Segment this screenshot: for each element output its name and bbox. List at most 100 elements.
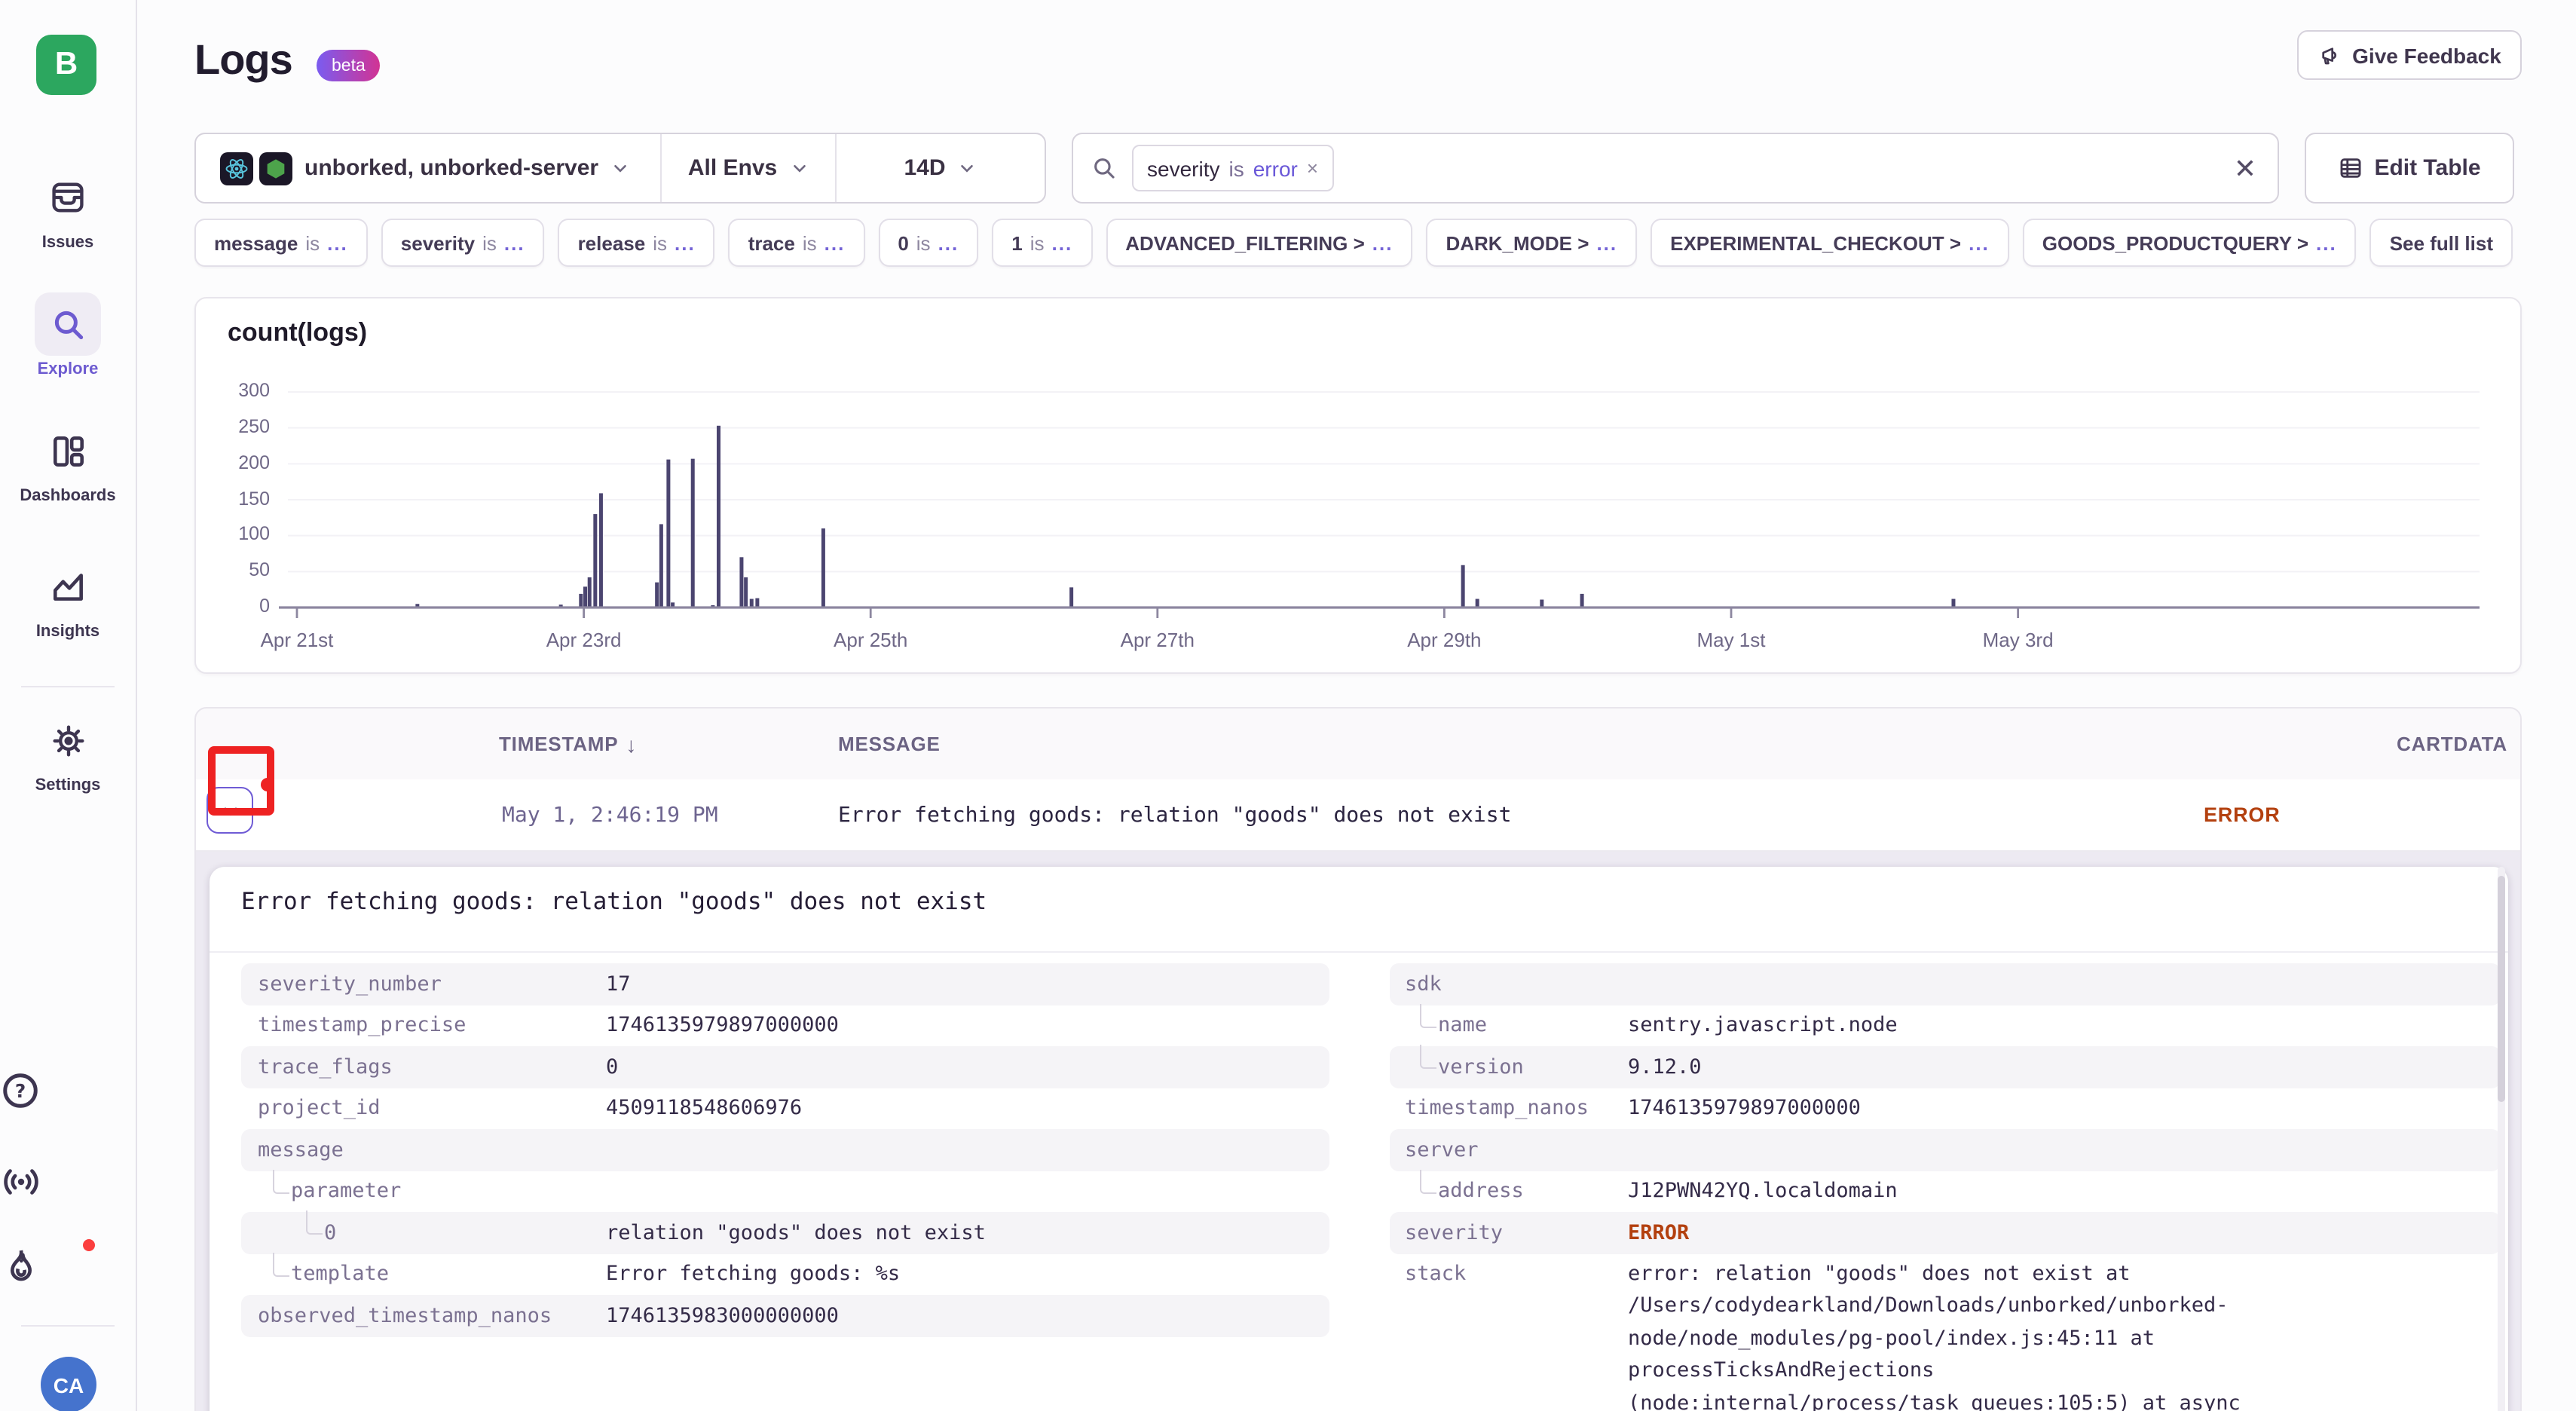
field-value-stack: error: relation "goods" does not exist a… [1628, 1258, 2241, 1411]
logs-table: TIMESTAMP ↓ MESSAGE CARTDATA SEVERITY Ma… [194, 707, 2522, 1411]
field-key: template [291, 1253, 389, 1295]
token-remove-icon[interactable]: × [1307, 157, 1318, 179]
date-range-selector[interactable]: 14D [837, 134, 1045, 202]
field-key: address [1438, 1171, 1524, 1212]
detail-field-0: 0relation "goods" does not exist [241, 1212, 1329, 1253]
broadcast-icon [0, 1161, 42, 1203]
filter-chip-3[interactable]: traceis... [729, 219, 865, 267]
annotation-dot [261, 778, 274, 791]
sidebar-item-issues[interactable]: Issues [0, 166, 136, 252]
field-key: name [1438, 1005, 1487, 1046]
tree-connector [273, 1252, 289, 1276]
logs-chart-panel: count(logs) 050100150200250300Apr 21stAp… [194, 297, 2522, 674]
field-value: 1746135983000000000 [606, 1295, 839, 1336]
column-header-message[interactable]: MESSAGE [838, 709, 941, 779]
org-logo[interactable]: B [36, 35, 96, 95]
tree-connector [273, 1169, 289, 1193]
field-value: sentry.javascript.node [1628, 1005, 1898, 1046]
edit-table-button[interactable]: Edit Table [2305, 133, 2514, 204]
filter-chip-2[interactable]: releaseis... [558, 219, 715, 267]
flame-icon [0, 1245, 42, 1287]
detail-field-parameter: parameter [241, 1171, 1329, 1212]
log-timestamp: May 1, 2:46:19 PM [502, 779, 718, 850]
give-feedback-button[interactable]: Give Feedback [2297, 30, 2522, 80]
field-key: timestamp_nanos [1405, 1088, 1589, 1129]
detail-field-trace_flags: trace_flags0 [241, 1046, 1329, 1088]
sidebar-item-dashboards[interactable]: Dashboards [0, 419, 136, 505]
clear-search-icon[interactable]: ✕ [2234, 134, 2256, 205]
sidebar-item-explore[interactable]: Explore [0, 292, 136, 378]
column-header-cartdata[interactable]: CARTDATA [2397, 709, 2507, 779]
broadcast-button[interactable] [0, 1161, 136, 1203]
whats-new-button[interactable] [0, 1245, 136, 1287]
filter-chip-10[interactable]: See full list [2370, 219, 2513, 267]
issues-icon [35, 166, 101, 229]
detail-field-timestamp_precise: timestamp_precise1746135979897000000 [241, 1005, 1329, 1046]
token-key: severity [1147, 156, 1219, 180]
tree-connector [1420, 1045, 1436, 1069]
log-severity-badge: ERROR [2204, 779, 2281, 850]
field-key: timestamp_precise [258, 1005, 466, 1046]
detail-scrollbar[interactable] [2498, 867, 2505, 1411]
filter-chip-9[interactable]: GOODS_PRODUCTQUERY >... [2023, 219, 2357, 267]
notification-dot [83, 1239, 95, 1251]
detail-field-project_id: project_id4509118548606976 [241, 1088, 1329, 1129]
sidebar-item-settings[interactable]: Settings [0, 709, 136, 794]
field-value: J12PWN42YQ.localdomain [1628, 1171, 1898, 1212]
table-icon [2338, 155, 2363, 181]
project-selector[interactable]: unborked, unborked-server [196, 134, 660, 202]
x-axis-tick-label: Apr 23rd [516, 629, 652, 651]
filter-chip-0[interactable]: messageis... [194, 219, 368, 267]
detail-field-timestamp_nanos: timestamp_nanos1746135979897000000 [1390, 1088, 2501, 1129]
sidebar-item-label: Issues [0, 234, 136, 252]
field-key: parameter [291, 1171, 401, 1212]
environment-selector[interactable]: All Envs [662, 134, 835, 202]
chevron-down-icon [219, 800, 240, 821]
log-table-row[interactable]: May 1, 2:46:19 PM Error fetching goods: … [196, 779, 2520, 852]
detail-field-name: name sentry.javascript.node [1390, 1005, 2501, 1046]
x-axis-tick-label: Apr 27th [1090, 629, 1225, 651]
field-value: relation "goods" does not exist [606, 1212, 986, 1253]
field-value: 4509118548606976 [606, 1088, 802, 1129]
field-value: 0 [606, 1046, 618, 1088]
megaphone-icon [2317, 43, 2342, 67]
search-input[interactable]: severity is error × ✕ [1072, 133, 2279, 204]
detail-scrollbar-thumb[interactable] [2498, 876, 2505, 1102]
filter-chip-4[interactable]: 0is... [878, 219, 978, 267]
stack-line: (node:internal/process/task_queues:105:5… [1628, 1388, 2241, 1411]
edit-table-label: Edit Table [2374, 155, 2480, 181]
search-icon [1091, 155, 1117, 181]
field-value: ERROR [1628, 1212, 1689, 1253]
tree-connector [1420, 1003, 1436, 1027]
stack-line: processTicksAndRejections [1628, 1355, 2241, 1388]
search-token-severity[interactable]: severity is error × [1132, 145, 1333, 191]
svg-text:?: ? [15, 1080, 26, 1102]
detail-divider [210, 951, 2508, 953]
field-value: Error fetching goods: %s [606, 1253, 900, 1295]
detail-field-version: version9.12.0 [1390, 1046, 2501, 1088]
table-header: TIMESTAMP ↓ MESSAGE CARTDATA SEVERITY [196, 709, 2520, 781]
search-icon [35, 292, 101, 356]
date-range-label: 14D [904, 155, 945, 181]
help-button[interactable]: ? [0, 1070, 136, 1111]
environment-selector-label: All Envs [688, 155, 777, 181]
tree-connector [1420, 1169, 1436, 1193]
sidebar-divider [21, 1325, 115, 1327]
filter-chip-6[interactable]: ADVANCED_FILTERING >... [1106, 219, 1412, 267]
log-detail-title: Error fetching goods: relation "goods" d… [241, 888, 987, 915]
sidebar-item-insights[interactable]: Insights [0, 555, 136, 641]
y-axis-tick-label: 200 [203, 451, 270, 473]
y-axis-tick-label: 300 [203, 380, 270, 401]
field-key: observed_timestamp_nanos [258, 1295, 552, 1336]
filter-chip-1[interactable]: severityis... [381, 219, 545, 267]
filter-chip-7[interactable]: DARK_MODE >... [1426, 219, 1637, 267]
y-axis-tick-label: 250 [203, 416, 270, 437]
column-header-timestamp[interactable]: TIMESTAMP ↓ [499, 709, 637, 779]
expand-row-button[interactable] [207, 787, 253, 834]
filter-chip-5[interactable]: 1is... [992, 219, 1092, 267]
x-axis-tick-label: Apr 21st [229, 629, 365, 651]
avatar[interactable]: CA [41, 1357, 96, 1411]
filter-chip-8[interactable]: EXPERIMENTAL_CHECKOUT >... [1651, 219, 2009, 267]
tree-connector [306, 1211, 323, 1235]
log-detail-card: Error fetching goods: relation "goods" d… [210, 867, 2508, 1411]
